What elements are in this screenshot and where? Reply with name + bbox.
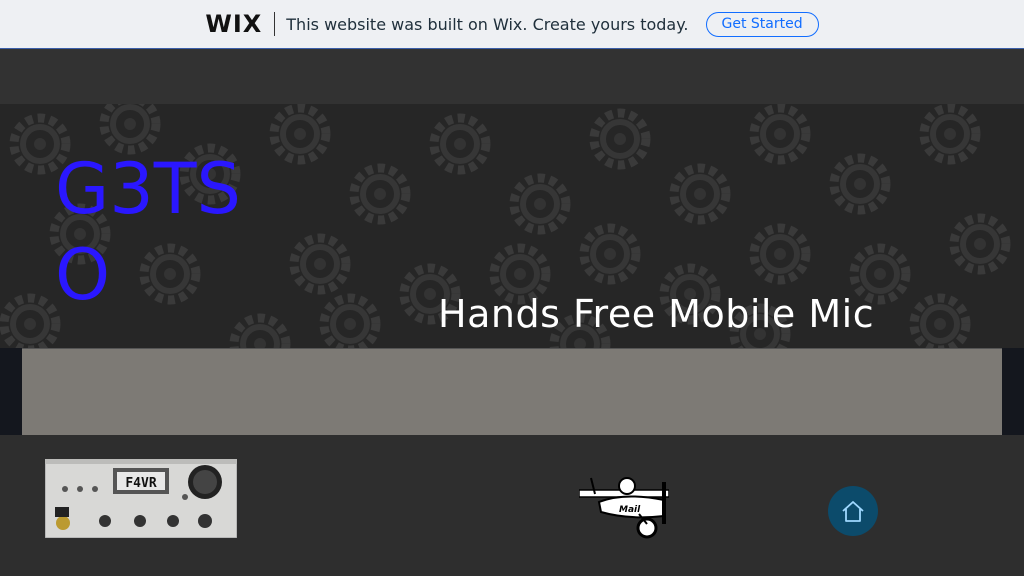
header-strip bbox=[0, 49, 1024, 104]
banner-message: This website was built on Wix. Create yo… bbox=[286, 14, 689, 34]
content-area bbox=[22, 348, 1002, 436]
home-button[interactable] bbox=[828, 486, 878, 536]
radio-display-text: F4VR bbox=[125, 476, 156, 491]
home-icon bbox=[842, 501, 864, 522]
radio-transceiver-image[interactable]: F4VR bbox=[45, 459, 237, 538]
mail-plane-image[interactable]: Mail bbox=[579, 472, 669, 540]
get-started-button[interactable]: Get Started bbox=[705, 11, 819, 37]
wix-banner: WIX This website was built on Wix. Creat… bbox=[0, 0, 1024, 49]
banner-divider bbox=[274, 12, 276, 36]
wix-logo[interactable]: WIX bbox=[205, 10, 262, 38]
page-title: Hands Free Mobile Mic bbox=[438, 292, 875, 336]
site-title[interactable]: G3TSO bbox=[55, 146, 275, 318]
plane-mail-label: Mail bbox=[619, 505, 641, 515]
